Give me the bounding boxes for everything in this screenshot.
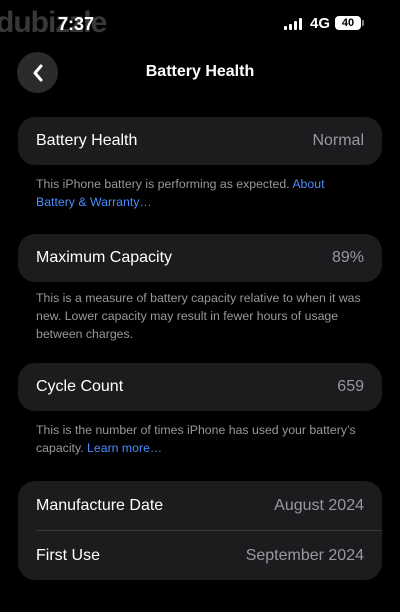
network-type: 4G <box>310 15 331 32</box>
maximum-capacity-card: Maximum Capacity 89% <box>18 234 382 282</box>
dates-card: Manufacture Date August 2024 First Use S… <box>18 481 382 580</box>
battery-health-value: Normal <box>312 132 364 149</box>
manufacture-date-row: Manufacture Date August 2024 <box>18 481 382 530</box>
first-use-row: First Use September 2024 <box>18 531 382 580</box>
first-use-value: September 2024 <box>245 546 364 564</box>
status-time: 7:37 <box>58 14 95 34</box>
battery-health-card: Battery Health Normal <box>18 117 382 165</box>
learn-more-link[interactable]: Learn more… <box>87 441 162 455</box>
maximum-capacity-label: Maximum Capacity <box>36 249 173 266</box>
maximum-capacity-note: This is a measure of battery capacity re… <box>36 291 361 341</box>
page-title: Battery Health <box>145 63 255 80</box>
signal-icon <box>284 18 304 30</box>
cycle-count-value: 659 <box>337 378 364 395</box>
first-use-label: First Use <box>36 546 100 564</box>
battery-health-row: Battery Health Normal <box>18 117 382 165</box>
manufacture-date-label: Manufacture Date <box>36 496 164 514</box>
battery-tip <box>362 20 364 26</box>
cycle-count-row: Cycle Count 659 <box>18 363 382 411</box>
status-bar: dubizzle 7:37 4G 40 <box>0 0 400 50</box>
cycle-count-label: Cycle Count <box>36 378 124 395</box>
cycle-count-note-text: This is the number of times iPhone has u… <box>36 423 356 455</box>
battery-health-note-text: This iPhone battery is performing as exp… <box>36 177 290 191</box>
battery-health-note: This iPhone battery is performing as exp… <box>36 175 366 211</box>
battery-health-label: Battery Health <box>36 132 138 149</box>
maximum-capacity-row: Maximum Capacity 89% <box>18 234 382 282</box>
battery-icon: 40 <box>335 16 361 30</box>
battery-level: 40 <box>341 17 355 29</box>
manufacture-date-value: August 2024 <box>274 496 364 514</box>
cycle-count-note: This is the number of times iPhone has u… <box>36 421 366 457</box>
cycle-count-card: Cycle Count 659 <box>18 363 382 411</box>
maximum-capacity-value: 89% <box>331 249 364 266</box>
